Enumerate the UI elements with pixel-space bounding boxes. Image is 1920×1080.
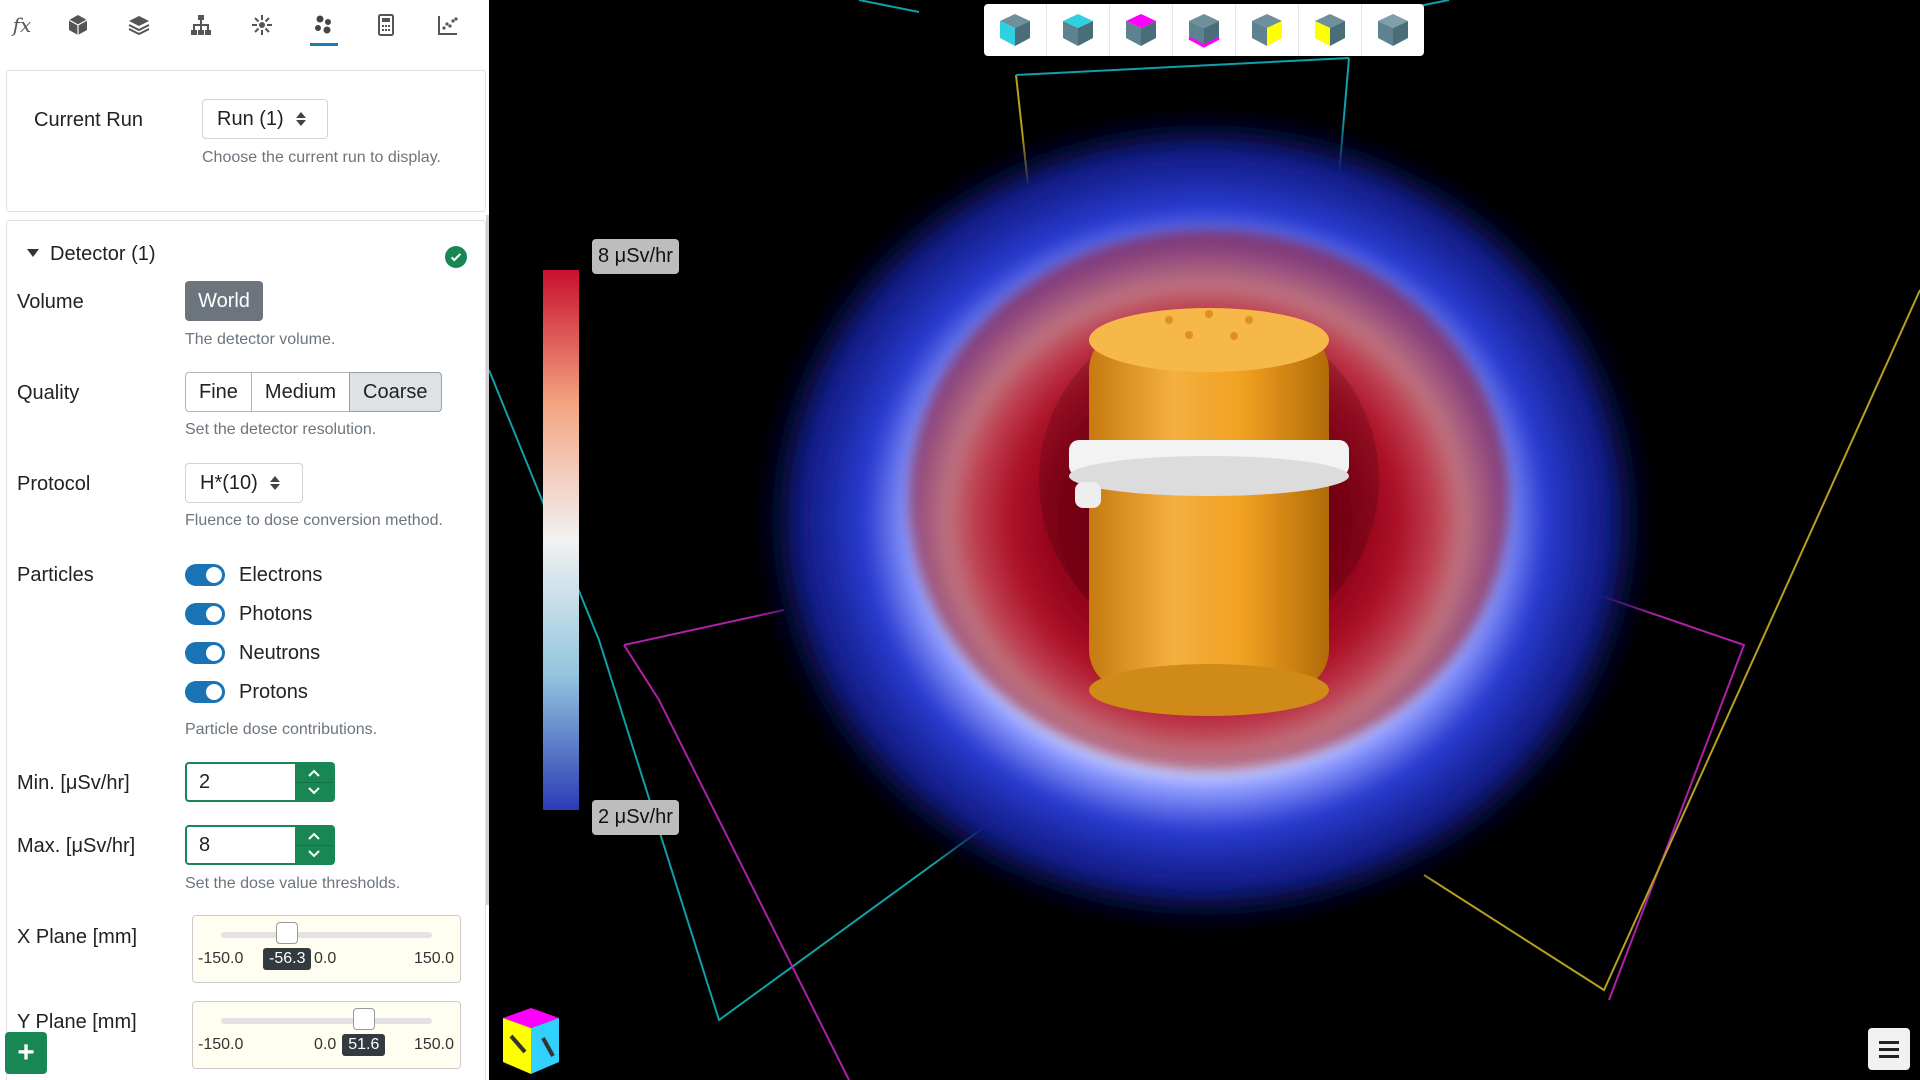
view-cube-yellow-side-icon[interactable]	[1236, 4, 1299, 56]
slider-min: -150.0	[198, 950, 244, 967]
color-scale-bar	[543, 270, 579, 810]
view-cube-top-icon[interactable]	[1047, 4, 1110, 56]
run-select[interactable]: Run (1)	[202, 99, 328, 139]
protocol-select[interactable]: H*(10)	[185, 463, 303, 503]
check-circle-icon	[445, 246, 467, 268]
toggle-label: Electrons	[239, 563, 323, 586]
switch-photons[interactable]	[185, 603, 225, 625]
run-select-value: Run (1)	[217, 107, 284, 130]
detector-title: Detector (1)	[50, 243, 156, 265]
max-number-input[interactable]: 8	[185, 825, 335, 865]
source-icon[interactable]	[240, 6, 284, 44]
particles-help: Particle dose contributions.	[185, 721, 378, 738]
switch-protons[interactable]	[185, 681, 225, 703]
3d-viewport[interactable]: 8 μSv/hr 2 μSv/hr	[489, 0, 1920, 1080]
slider-max: 150.0	[413, 950, 454, 967]
xplane-label: X Plane [mm]	[17, 926, 138, 948]
view-cube-magenta-top-icon[interactable]	[1110, 4, 1173, 56]
view-toolbar	[984, 4, 1424, 56]
view-cube-plain-icon[interactable]	[1362, 4, 1424, 56]
chevron-up-icon[interactable]	[295, 764, 333, 783]
slider-value-badge: 51.6	[342, 1034, 386, 1056]
min-value: 2	[199, 771, 211, 793]
toggle-label: Protons	[239, 680, 308, 703]
layers-icon[interactable]	[117, 6, 161, 44]
slider-track[interactable]	[221, 1018, 432, 1024]
particles-icon[interactable]	[302, 6, 346, 46]
toggle-label: Photons	[239, 602, 313, 625]
run-card: Current Run Run (1) Choose the current r…	[6, 70, 486, 212]
slider-thumb[interactable]	[352, 1008, 375, 1030]
legend-max-label: 8 μSv/hr	[592, 239, 679, 274]
volume-label: Volume	[17, 291, 84, 313]
quality-medium-button[interactable]: Medium	[250, 372, 351, 412]
select-caret-icon	[295, 112, 306, 126]
chevron-up-icon[interactable]	[295, 827, 333, 846]
select-caret-icon	[269, 476, 280, 490]
view-cube-front-icon[interactable]	[984, 4, 1047, 56]
toggle-protons[interactable]: Protons	[185, 677, 308, 707]
protocol-label: Protocol	[17, 473, 91, 495]
slider-min: -150.0	[198, 1036, 244, 1053]
formula-icon[interactable]: fx	[0, 6, 44, 44]
cube-icon[interactable]	[56, 6, 100, 44]
min-stepper	[295, 764, 333, 800]
toggle-neutrons[interactable]: Neutrons	[185, 638, 320, 668]
yplane-label: Y Plane [mm]	[17, 1011, 137, 1033]
legend-min-label: 2 μSv/hr	[592, 800, 679, 835]
volume-world-button[interactable]: World	[185, 281, 263, 321]
add-button[interactable]: +	[5, 1032, 47, 1074]
max-value: 8	[199, 834, 211, 856]
chevron-down-icon[interactable]	[295, 783, 333, 801]
sidebar-panel: fx Current Run Run (1) Choose the curren	[0, 0, 489, 1080]
current-run-label: Current Run	[34, 109, 143, 131]
max-stepper	[295, 827, 333, 863]
slider-thumb[interactable]	[276, 922, 299, 944]
detector-card: Detector (1) Volume World The detector v…	[6, 220, 486, 1080]
max-label: Max. [μSv/hr]	[17, 835, 136, 857]
chevron-down-icon[interactable]	[295, 846, 333, 864]
slider-track[interactable]	[221, 932, 432, 938]
quality-fine-button[interactable]: Fine	[185, 372, 252, 412]
slider-mid: 0.0	[314, 950, 337, 967]
quality-label: Quality	[17, 382, 80, 404]
protocol-select-value: H*(10)	[200, 471, 258, 494]
switch-neutrons[interactable]	[185, 642, 225, 664]
quality-button-group: Fine Medium Coarse	[185, 372, 442, 412]
slider-value-badge: -56.3	[263, 948, 312, 970]
view-cube-yellow-top-icon[interactable]	[1299, 4, 1362, 56]
scatter-plot-icon[interactable]	[426, 6, 470, 44]
switch-electrons[interactable]	[185, 564, 225, 586]
collapse-triangle-icon[interactable]	[27, 249, 39, 257]
source-canister	[1069, 308, 1349, 716]
thresholds-help: Set the dose value thresholds.	[185, 875, 401, 892]
slider-mid: 0.0	[314, 1036, 337, 1053]
run-help: Choose the current run to display.	[202, 149, 441, 166]
menu-icon[interactable]	[1868, 1028, 1910, 1070]
quality-help: Set the detector resolution.	[185, 421, 377, 438]
scene-canvas[interactable]	[489, 0, 1920, 1080]
protocol-help: Fluence to dose conversion method.	[185, 512, 443, 529]
particles-label: Particles	[17, 564, 94, 586]
slider-max: 150.0	[413, 1036, 454, 1053]
sidebar-toolbar: fx	[0, 0, 489, 58]
hierarchy-icon[interactable]	[179, 6, 223, 44]
toggle-label: Neutrons	[239, 641, 321, 664]
volume-help: The detector volume.	[185, 331, 336, 348]
orientation-cube-icon[interactable]	[503, 1008, 559, 1074]
min-label: Min. [μSv/hr]	[17, 772, 130, 794]
calculator-icon[interactable]	[364, 6, 408, 44]
view-cube-magenta-bottom-icon[interactable]	[1173, 4, 1236, 56]
toggle-photons[interactable]: Photons	[185, 599, 312, 629]
toggle-electrons[interactable]: Electrons	[185, 560, 322, 590]
xplane-slider[interactable]: -150.0 0.0 150.0 -56.3	[192, 915, 461, 983]
min-number-input[interactable]: 2	[185, 762, 335, 802]
yplane-slider[interactable]: -150.0 0.0 150.0 51.6	[192, 1001, 461, 1069]
quality-coarse-button[interactable]: Coarse	[349, 372, 442, 412]
